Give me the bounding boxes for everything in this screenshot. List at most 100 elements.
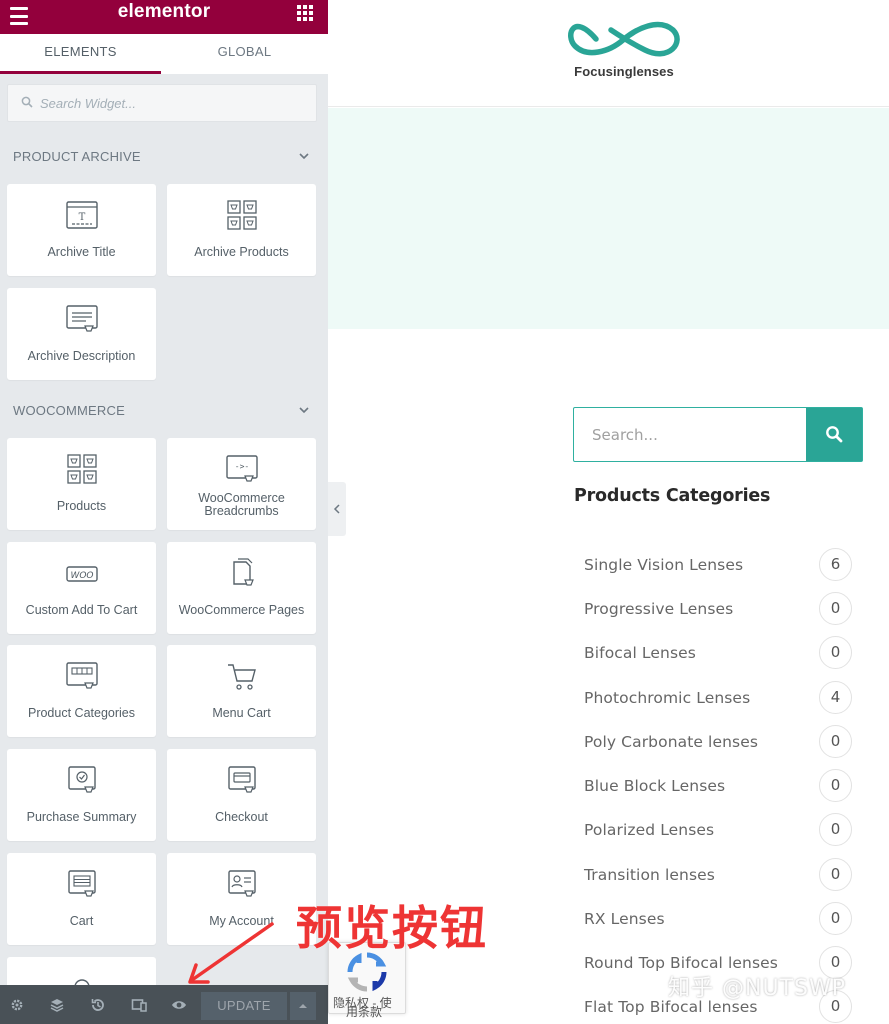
widget-custom-add-to-cart[interactable]: WOO Custom Add To Cart bbox=[7, 542, 156, 634]
widget-products[interactable]: Products bbox=[7, 438, 156, 530]
widget-archive-description[interactable]: Archive Description bbox=[7, 288, 156, 380]
category-item[interactable]: Progressive Lenses 0 bbox=[584, 592, 854, 626]
category-name: Progressive Lenses bbox=[584, 600, 734, 618]
category-item[interactable]: Bifocal Lenses 0 bbox=[584, 636, 854, 670]
category-name: Blue Block Lenses bbox=[584, 777, 726, 795]
menu-icon[interactable] bbox=[9, 6, 29, 26]
breadcrumbs-icon: ->- bbox=[225, 455, 258, 482]
widget-label: WooCommerce Breadcrumbs bbox=[198, 491, 285, 518]
update-button[interactable]: UPDATE bbox=[201, 992, 287, 1020]
widget-label: Products bbox=[56, 499, 107, 513]
widget-label: Checkout bbox=[215, 810, 268, 824]
product-search-input[interactable] bbox=[574, 408, 806, 461]
product-categories-icon bbox=[65, 662, 98, 689]
widget-woocommerce-breadcrumbs[interactable]: ->- WooCommerce Breadcrumbs bbox=[167, 438, 316, 530]
checkout-icon bbox=[227, 766, 256, 793]
collapse-panel-button[interactable] bbox=[328, 482, 346, 536]
category-name: Transition lenses bbox=[584, 866, 715, 884]
category-item[interactable]: Single Vision Lenses 6 bbox=[584, 548, 854, 582]
category-name: Photochromic Lenses bbox=[584, 689, 751, 707]
widget-search bbox=[7, 84, 317, 122]
annotation-label: 预览按钮 bbox=[296, 901, 488, 955]
widget-product-categories[interactable]: Product Categories bbox=[7, 645, 156, 737]
navigator-icon[interactable] bbox=[49, 997, 65, 1013]
widget-purchase-summary[interactable]: Purchase Summary bbox=[7, 749, 156, 841]
pages-icon bbox=[232, 558, 254, 586]
tab-global[interactable]: GLOBAL bbox=[161, 34, 328, 74]
my-account-icon bbox=[227, 870, 256, 897]
category-item[interactable]: RX Lenses 0 bbox=[584, 902, 854, 936]
chevron-down-icon[interactable] bbox=[298, 404, 310, 416]
woo-icon: WOO bbox=[65, 566, 98, 582]
svg-text:T: T bbox=[78, 212, 85, 223]
widget-woocommerce-pages[interactable]: WooCommerce Pages bbox=[167, 542, 316, 634]
widget-label: Archive Title bbox=[47, 245, 116, 259]
widget-archive-title[interactable]: T Archive Title bbox=[7, 184, 156, 276]
category-item[interactable]: Poly Carbonate lenses 0 bbox=[584, 725, 854, 759]
category-count-badge: 0 bbox=[819, 813, 852, 846]
category-count-badge: 6 bbox=[819, 548, 852, 581]
screen: elementor ELEMENTS GLOBAL PRODUCT ARCHIV… bbox=[0, 0, 889, 1024]
category-count-badge: 0 bbox=[819, 725, 852, 758]
widget-label: Purchase Summary bbox=[26, 810, 137, 824]
widget-checkout[interactable]: Checkout bbox=[167, 749, 316, 841]
search-icon bbox=[21, 96, 33, 108]
category-count-badge: 0 bbox=[819, 636, 852, 669]
search-icon bbox=[826, 426, 843, 443]
history-icon[interactable] bbox=[90, 997, 106, 1013]
svg-text:WOO: WOO bbox=[70, 571, 93, 581]
panel-header: elementor bbox=[0, 0, 328, 34]
panel-tabs: ELEMENTS GLOBAL bbox=[0, 34, 328, 74]
category-count-badge: 0 bbox=[819, 902, 852, 935]
logo-text: Focusinglenses bbox=[574, 64, 674, 79]
category-item[interactable]: Transition lenses 0 bbox=[584, 858, 854, 892]
product-search bbox=[573, 407, 863, 462]
brand-logo: elementor bbox=[117, 1, 211, 22]
product-search-button[interactable] bbox=[806, 408, 862, 461]
widget-archive-products[interactable]: Archive Products bbox=[167, 184, 316, 276]
watermark: 知乎 @NUTSWP bbox=[668, 976, 846, 1001]
widget-search-input[interactable] bbox=[40, 85, 310, 121]
category-count-badge: 4 bbox=[819, 681, 852, 714]
widget-label: Cart bbox=[69, 914, 94, 928]
category-name: Bifocal Lenses bbox=[584, 644, 696, 662]
annotation-arrow bbox=[188, 922, 274, 984]
responsive-icon[interactable] bbox=[131, 997, 147, 1013]
tab-elements[interactable]: ELEMENTS bbox=[0, 34, 161, 74]
archive-description-icon bbox=[65, 305, 98, 332]
widget-label: Archive Products bbox=[194, 245, 289, 259]
widget-label: WooCommerce Pages bbox=[178, 603, 305, 617]
widgets-grid-icon[interactable] bbox=[297, 5, 314, 22]
widget-label: Custom Add To Cart bbox=[25, 603, 138, 617]
svg-text:->-: ->- bbox=[234, 462, 248, 471]
site-logo[interactable]: Focusinglenses bbox=[563, 14, 685, 82]
section-title-product-archive: PRODUCT ARCHIVE bbox=[13, 149, 141, 164]
recaptcha-terms-link[interactable]: 用条款 bbox=[346, 1003, 382, 1020]
widget-cart[interactable]: Cart bbox=[7, 853, 156, 945]
category-name: Polarized Lenses bbox=[584, 821, 715, 839]
chevron-left-icon bbox=[333, 504, 340, 514]
category-item[interactable]: Polarized Lenses 0 bbox=[584, 813, 854, 847]
widget-menu-cart[interactable]: Menu Cart bbox=[167, 645, 316, 737]
settings-icon[interactable] bbox=[9, 997, 25, 1013]
category-item[interactable]: Photochromic Lenses 4 bbox=[584, 681, 854, 715]
category-item[interactable]: Blue Block Lenses 0 bbox=[584, 769, 854, 803]
category-name: RX Lenses bbox=[584, 910, 665, 928]
category-count-badge: 0 bbox=[819, 769, 852, 802]
elementor-panel: elementor ELEMENTS GLOBAL PRODUCT ARCHIV… bbox=[0, 0, 328, 1024]
panel-footer: UPDATE bbox=[0, 985, 328, 1024]
archive-products-icon bbox=[226, 200, 257, 230]
chevron-down-icon[interactable] bbox=[298, 150, 310, 162]
category-name: Poly Carbonate lenses bbox=[584, 733, 759, 751]
widget-label: Menu Cart bbox=[212, 706, 271, 720]
categories-heading: Products Categories bbox=[574, 486, 771, 506]
preview-eye-icon[interactable] bbox=[171, 997, 187, 1013]
widget-label: Archive Description bbox=[27, 349, 136, 363]
category-name: Single Vision Lenses bbox=[584, 556, 744, 574]
products-icon bbox=[66, 454, 97, 484]
category-count-badge: 0 bbox=[819, 592, 852, 625]
infinity-logo-icon bbox=[568, 21, 680, 57]
section-title-woocommerce: WOOCOMMERCE bbox=[13, 403, 125, 418]
archive-title-icon: T bbox=[65, 201, 98, 229]
update-options-button[interactable] bbox=[290, 992, 316, 1020]
